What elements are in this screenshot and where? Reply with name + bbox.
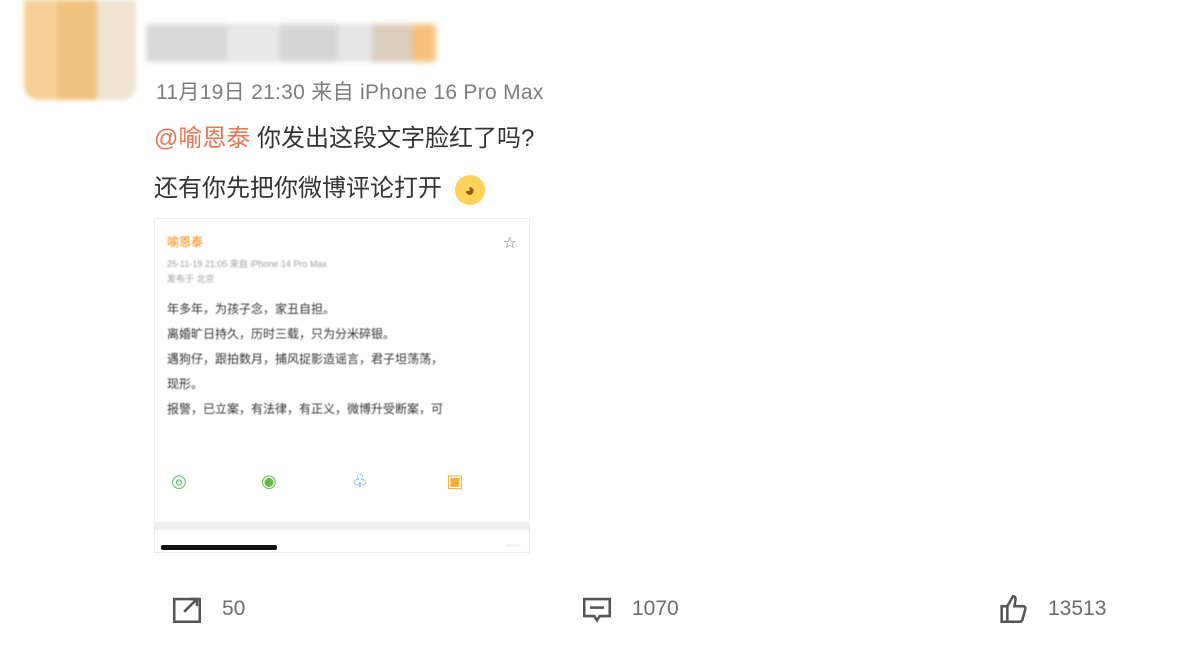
- repost-icon: [172, 597, 202, 624]
- repost-action[interactable]: 50: [170, 592, 245, 626]
- username-blurred[interactable]: [146, 24, 436, 62]
- comment-action[interactable]: 1070: [580, 592, 679, 626]
- post-text-main: 你发出这段文字脸红了吗?: [257, 125, 535, 152]
- card-line: 报警，已立案，有法律，有正义，微博升受断案，可: [167, 402, 444, 416]
- post-text-line1: @喻恩泰 你发出这段文字脸红了吗?: [154, 118, 534, 153]
- wechat-icon[interactable]: ◎: [167, 469, 191, 493]
- comment-icon: [582, 597, 612, 623]
- comment-count: 1070: [632, 597, 679, 620]
- card-username: 喻恩泰: [167, 235, 204, 249]
- card-watermark: ......: [505, 538, 521, 548]
- avatar[interactable]: [24, 0, 136, 100]
- card-bottom-bar: [161, 545, 277, 550]
- star-icon[interactable]: ☆: [503, 233, 517, 253]
- card-line: 年多年，为孩子念，家丑自担。: [167, 302, 336, 316]
- moments-icon[interactable]: ◉: [257, 469, 281, 493]
- repost-count: 50: [222, 597, 246, 620]
- like-icon: [1000, 594, 1027, 624]
- card-meta: 25-11-19 21:05 来自 iPhone 14 Pro Max 发布于 …: [167, 257, 327, 287]
- card-line: 现形。: [167, 377, 204, 391]
- card-meta-line1: 25-11-19 21:05 来自 iPhone 14 Pro Max: [167, 259, 327, 269]
- card-divider: [155, 522, 529, 530]
- post-text-secondary: 还有你先把你微博评论打开: [154, 175, 442, 202]
- card-line: 离婚旷日持久，历时三载，只为分米碎银。: [167, 327, 396, 341]
- post-meta: 11月19日 21:30 来自 iPhone 16 Pro Max: [156, 81, 544, 104]
- card-text: 年多年，为孩子念，家丑自担。 离婚旷日持久，历时三载，只为分米碎银。 遇狗仔，跟…: [167, 297, 517, 422]
- post-text-line2: 还有你先把你微博评论打开 ◕: [154, 168, 485, 205]
- mention-link[interactable]: @喻恩泰: [154, 125, 250, 152]
- card-line: 遇狗仔，跟拍数月，捕风捉影造谣言，君子坦荡荡，: [167, 352, 444, 366]
- embedded-screenshot-card[interactable]: 喻恩泰 ☆ 25-11-19 21:05 来自 iPhone 14 Pro Ma…: [154, 218, 530, 553]
- card-meta-line2: 发布于 北京: [167, 274, 215, 284]
- like-count: 13513: [1048, 597, 1107, 620]
- share-row: ◎ ◉ ♧ ▣: [155, 469, 529, 503]
- like-action[interactable]: 13513: [996, 592, 1106, 626]
- dog-emoji-icon: ◕: [454, 174, 485, 205]
- edit-icon[interactable]: ▣: [443, 469, 467, 493]
- qq-icon[interactable]: ♧: [348, 469, 372, 493]
